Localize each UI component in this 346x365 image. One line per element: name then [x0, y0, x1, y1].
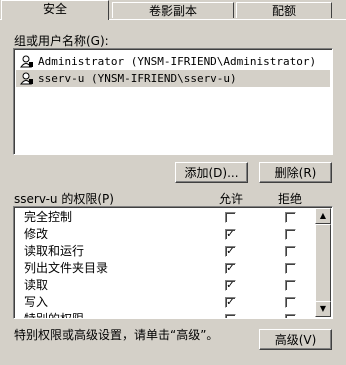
add-button[interactable]: 添加(D)...	[175, 162, 248, 183]
allow-checkbox-special[interactable]	[225, 314, 236, 318]
permission-name: 写入	[24, 295, 49, 309]
user-icon	[20, 55, 34, 68]
users-label: 组或用户名称(G):	[14, 34, 109, 48]
tab-shadow-copies[interactable]: 卷影副本	[112, 2, 234, 18]
tab-quota[interactable]: 配额	[236, 2, 332, 18]
deny-checkbox-modify[interactable]	[285, 229, 296, 240]
tab-shadow-copies-label: 卷影副本	[148, 4, 197, 18]
permission-name: 完全控制	[24, 210, 73, 224]
permission-row: 读取和运行 ✓	[14, 243, 324, 260]
user-icon	[20, 72, 34, 85]
permission-name: 列出文件夹目录	[24, 261, 109, 275]
permission-name: 读取	[24, 278, 49, 292]
deny-checkbox-list-folder[interactable]	[285, 263, 296, 274]
users-list[interactable]: Administrator (YNSM-IFRIEND\Administrato…	[13, 48, 333, 155]
allow-checkbox-list-folder[interactable]: ✓	[225, 263, 236, 274]
permissions-list[interactable]: 完全控制 修改 ✓ 读取和运行 ✓ 列出文件夹目录 ✓ 读取 ✓ 写入 ✓ 特别…	[13, 206, 333, 319]
deny-checkbox-write[interactable]	[285, 297, 296, 308]
permission-name: 特别的权限	[24, 312, 85, 319]
allow-checkbox-write[interactable]: ✓	[225, 297, 236, 308]
permission-name: 读取和运行	[24, 244, 85, 258]
permissions-scrollbar[interactable]: ▲ ▼	[315, 208, 331, 317]
scroll-thumb[interactable]	[315, 224, 331, 304]
permission-row: 读取 ✓	[14, 277, 324, 294]
allow-checkbox-read[interactable]: ✓	[225, 280, 236, 291]
tab-security-label: 安全	[42, 2, 67, 16]
permission-name: 修改	[24, 227, 49, 241]
tab-strip: 安全 卷影副本 配额	[0, 0, 346, 20]
deny-checkbox-read[interactable]	[285, 280, 296, 291]
user-name: sserv-u (YNSM-IFRIEND\sserv-u)	[38, 72, 237, 85]
allow-checkbox-modify[interactable]: ✓	[225, 229, 236, 240]
user-name: Administrator (YNSM-IFRIEND\Administrato…	[38, 55, 317, 68]
permissions-label: sserv-u 的权限(P)	[14, 192, 114, 206]
allow-checkbox-read-execute[interactable]: ✓	[225, 246, 236, 257]
user-row-administrator[interactable]: Administrator (YNSM-IFRIEND\Administrato…	[16, 53, 330, 70]
deny-header: 拒绝	[278, 192, 303, 206]
tab-quota-label: 配额	[271, 4, 296, 18]
deny-checkbox-special[interactable]	[285, 314, 296, 318]
tab-security[interactable]: 安全	[1, 0, 109, 20]
allow-header: 允许	[219, 192, 244, 206]
advanced-hint: 特别权限或高级设置，请单击“高级”。	[14, 328, 219, 342]
deny-checkbox-full-control[interactable]	[285, 212, 296, 223]
deny-checkbox-read-execute[interactable]	[285, 246, 296, 257]
advanced-button[interactable]: 高级(V)	[259, 329, 332, 350]
permission-row: 完全控制	[14, 209, 324, 226]
remove-button[interactable]: 删除(R)	[259, 162, 332, 183]
permission-row: 修改 ✓	[14, 226, 324, 243]
scroll-up-arrow-icon[interactable]: ▲	[315, 208, 331, 224]
permission-row: 列出文件夹目录 ✓	[14, 260, 324, 277]
user-row-sserv-u[interactable]: sserv-u (YNSM-IFRIEND\sserv-u)	[16, 70, 330, 87]
allow-checkbox-full-control[interactable]	[225, 212, 236, 223]
scroll-down-arrow-icon[interactable]: ▼	[315, 301, 331, 317]
permission-row: 特别的权限	[14, 311, 324, 319]
permission-row: 写入 ✓	[14, 294, 324, 311]
